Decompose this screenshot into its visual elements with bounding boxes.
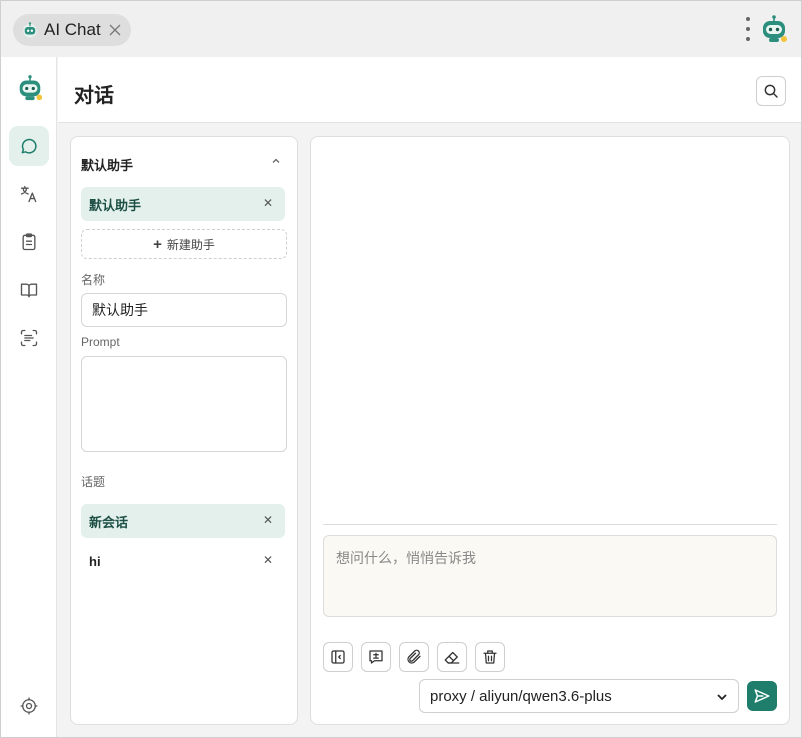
message-divider <box>323 524 777 525</box>
attach-button[interactable] <box>399 642 429 672</box>
toggle-sidebar-icon <box>331 650 345 664</box>
delete-button[interactable] <box>475 642 505 672</box>
send-button[interactable] <box>747 681 777 711</box>
trash-icon <box>483 650 497 664</box>
model-select-value: proxy / aliyun/qwen3.6-plus <box>430 687 612 705</box>
assistant-item[interactable]: 默认助手 ✕ <box>81 187 285 221</box>
chevron-down-icon <box>717 694 727 701</box>
search-icon <box>764 84 778 98</box>
more-options-icon[interactable] <box>741 17 755 41</box>
book-open-icon <box>20 283 38 298</box>
plus-icon: + <box>153 235 162 253</box>
title-bar: AI Chat <box>1 1 801 57</box>
robot-logo-icon <box>19 75 43 101</box>
name-label: 名称 <box>81 273 106 287</box>
topic-item[interactable]: 新会话 ✕ <box>81 504 285 538</box>
prompt-textarea[interactable] <box>81 356 287 452</box>
topic-item-label: hi <box>89 553 101 569</box>
name-input[interactable] <box>81 293 287 327</box>
nav-ocr[interactable] <box>9 318 49 358</box>
topics-section-title: 话题 <box>81 475 106 489</box>
send-icon <box>754 689 770 703</box>
new-assistant-label: 新建助手 <box>166 237 215 252</box>
chevron-up-icon[interactable] <box>271 156 281 166</box>
toggle-sidebar-button[interactable] <box>323 642 353 672</box>
content-area: 默认助手 默认助手 ✕ + 新建助手 名称 Prompt 话题 新会话 ✕ <box>58 124 801 737</box>
scan-text-icon <box>20 329 38 347</box>
sidebar-nav <box>1 57 57 737</box>
assistant-panel: 默认助手 默认助手 ✕ + 新建助手 名称 Prompt 话题 新会话 ✕ <box>70 136 298 725</box>
app-window: AI Chat 对话 默认助手 默认助手 ✕ + 新建助手 名称 默认助手 Pr… <box>0 0 802 738</box>
close-icon[interactable]: ✕ <box>263 196 273 210</box>
quote-button[interactable] <box>361 642 391 672</box>
tab-ai-chat[interactable]: AI Chat <box>13 14 131 46</box>
settings-icon <box>20 697 38 715</box>
chat-bubble-icon <box>21 138 37 154</box>
page-title: 对话 <box>74 85 114 107</box>
prompt-label: Prompt <box>81 335 120 349</box>
assistant-item-label: 默认助手 <box>89 197 142 213</box>
nav-settings[interactable] <box>9 686 49 726</box>
new-assistant-button[interactable]: + 新建助手 <box>81 229 287 259</box>
nav-translate[interactable] <box>9 174 49 214</box>
tab-label: AI Chat <box>44 20 101 39</box>
clipboard-icon <box>22 233 36 251</box>
nav-knowledge[interactable] <box>9 270 49 310</box>
message-input[interactable] <box>323 535 777 617</box>
close-icon[interactable]: ✕ <box>263 513 273 527</box>
page-header: 对话 <box>58 57 801 123</box>
robot-avatar-icon[interactable] <box>759 14 789 44</box>
translate-icon <box>20 185 37 203</box>
close-icon[interactable] <box>107 22 123 38</box>
clear-context-button[interactable] <box>437 642 467 672</box>
topic-item-label: 新会话 <box>89 514 129 530</box>
search-button[interactable] <box>756 76 786 106</box>
nav-chat[interactable] <box>9 126 49 166</box>
attach-icon <box>407 649 421 664</box>
chat-panel: proxy / aliyun/qwen3.6-plus <box>310 136 790 725</box>
topic-item[interactable]: hi ✕ <box>81 544 285 578</box>
eraser-icon <box>444 651 460 664</box>
assistant-section-title: 默认助手 <box>81 158 134 173</box>
quote-icon <box>369 650 383 664</box>
nav-clipboard[interactable] <box>9 222 49 262</box>
robot-icon <box>23 22 37 38</box>
close-icon[interactable]: ✕ <box>263 553 273 567</box>
model-select[interactable]: proxy / aliyun/qwen3.6-plus <box>419 679 739 713</box>
